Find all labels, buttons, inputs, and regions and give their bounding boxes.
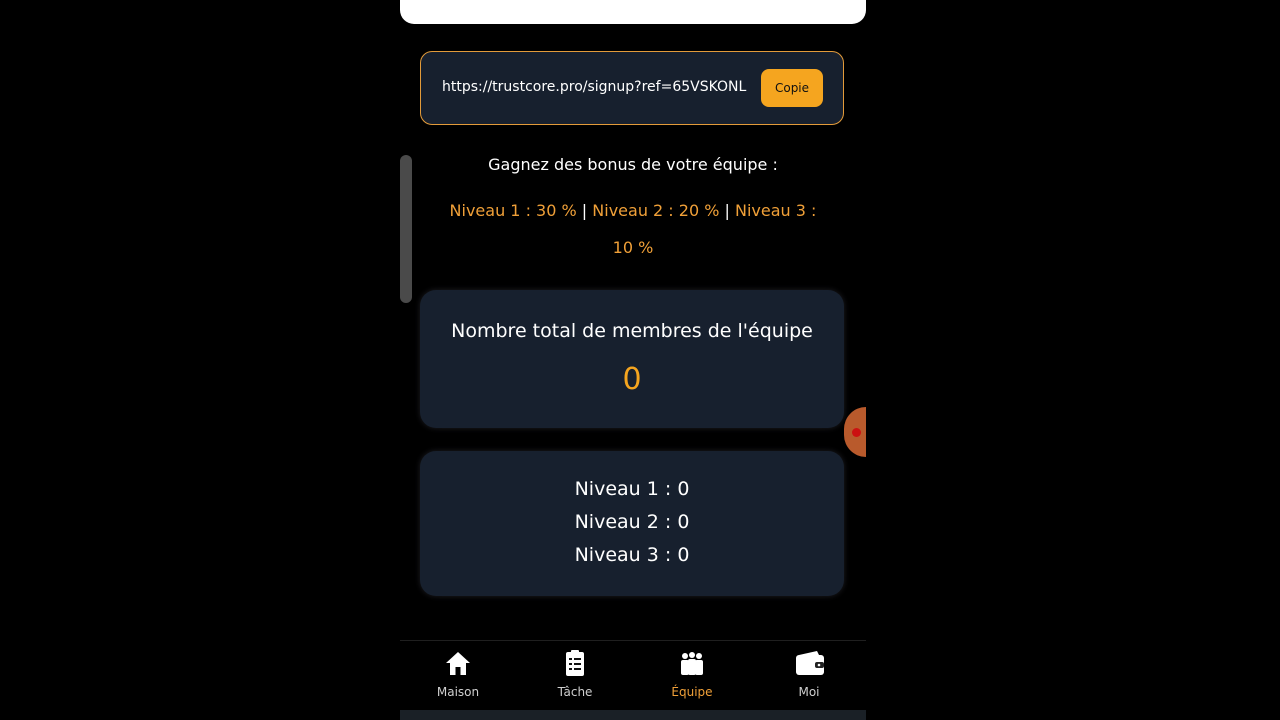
- team-levels-card: Niveau 1 : 0 Niveau 2 : 0 Niveau 3 : 0: [420, 451, 844, 596]
- nav-item-maison[interactable]: Maison: [400, 641, 516, 711]
- team-icon: [681, 652, 703, 675]
- bonus-title: Gagnez des bonus de votre équipe :: [488, 155, 778, 174]
- bonus-level-3-value: 10 %: [612, 238, 654, 257]
- bonus-separator: |: [581, 201, 588, 220]
- team-level-3: Niveau 3 : 0: [574, 544, 690, 566]
- wallet-icon: [796, 651, 824, 675]
- top-white-card: [400, 0, 866, 24]
- team-total-value: 0: [622, 362, 642, 397]
- nav-item-tache[interactable]: Tâche: [517, 641, 633, 711]
- nav-label-moi: Moi: [798, 685, 820, 699]
- bonus-separator: |: [724, 201, 730, 220]
- referral-link-box: https://trustcore.pro/signup?ref=65VSKON…: [420, 51, 844, 125]
- phone-screen: https://trustcore.pro/signup?ref=65VSKON…: [400, 0, 866, 720]
- nav-label-tache: Tâche: [557, 685, 593, 699]
- nav-item-equipe[interactable]: Équipe: [634, 641, 750, 711]
- home-icon: [446, 652, 470, 675]
- nav-label-equipe: Équipe: [671, 685, 713, 699]
- copy-button[interactable]: Copie: [761, 69, 823, 107]
- team-level-1: Niveau 1 : 0: [574, 478, 690, 500]
- notification-dot: [852, 428, 861, 437]
- scrollbar[interactable]: [400, 155, 412, 303]
- floating-action-button[interactable]: [844, 407, 866, 457]
- bottom-navigation: Maison Tâche Équipe Moi: [400, 640, 866, 711]
- bonus-level-3: Niveau 3 :: [735, 201, 817, 220]
- team-total-card: Nombre total de membres de l'équipe 0: [420, 290, 844, 428]
- team-level-2: Niveau 2 : 0: [574, 511, 690, 533]
- referral-link: https://trustcore.pro/signup?ref=65VSKON…: [442, 79, 747, 95]
- clipboard-icon: [566, 650, 584, 676]
- team-total-label: Nombre total de membres de l'équipe: [451, 320, 813, 342]
- nav-label-maison: Maison: [436, 685, 480, 699]
- bonus-level-2: Niveau 2 : 20 %: [592, 201, 720, 220]
- bonus-levels: Niveau 1 : 30 % | Niveau 2 : 20 % | Nive…: [428, 192, 838, 266]
- nav-item-moi[interactable]: Moi: [751, 641, 866, 711]
- bonus-level-1: Niveau 1 : 30 %: [449, 201, 577, 220]
- system-nav-bar: [400, 710, 866, 720]
